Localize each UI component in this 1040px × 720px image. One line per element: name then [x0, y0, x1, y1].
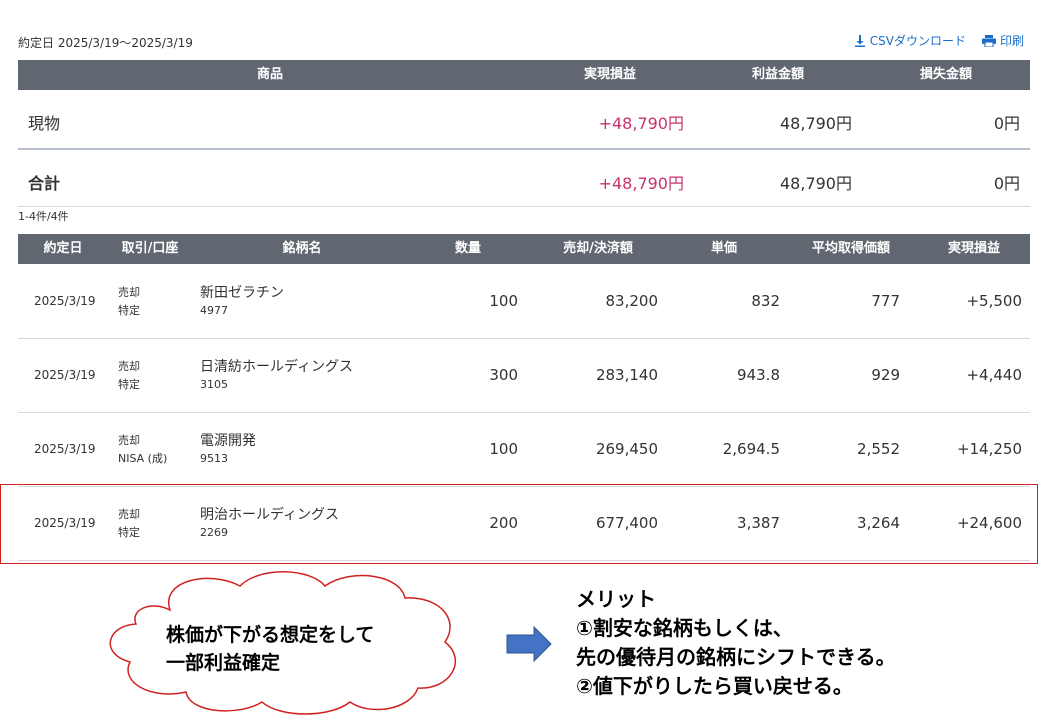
row-pl: +14,250 [956, 440, 1022, 458]
summary-total-profit: 48,790円 [780, 174, 852, 193]
row-amount: 269,450 [595, 440, 658, 458]
table-row[interactable]: 2025/3/19 売却 特定 新田ゼラチン 4977 100 83,200 83… [18, 264, 1030, 339]
summary-total-label: 合計 [28, 174, 61, 193]
merit-line3: ②値下がりしたら買い戻せる。 [576, 674, 853, 698]
col-loss: 損失金額 [919, 67, 972, 82]
row-trade: 売却 特定 [118, 360, 140, 391]
cloud-text-line1: 株価が下がる想定をして [166, 624, 375, 646]
row-stock-name[interactable]: 新田ゼラチン [200, 282, 284, 302]
row-stock-code: 3105 [200, 378, 228, 391]
merit-line2: 先の優待月の銘柄にシフトできる。 [576, 645, 896, 669]
summary-header: 商品 実現損益 利益金額 損失金額 [18, 60, 1030, 90]
row-pl: +5,500 [966, 292, 1022, 310]
table-row[interactable]: 2025/3/19 売却 特定 日清紡ホールディングス 3105 300 283,… [18, 338, 1030, 413]
col-name: 銘柄名 [282, 241, 322, 256]
summary-total-loss: 0円 [993, 174, 1020, 193]
row-qty: 300 [489, 366, 518, 384]
col-profit: 利益金額 [751, 67, 804, 82]
row-avg: 777 [871, 292, 900, 310]
row-trade: 売却 NISA (成) [118, 434, 168, 465]
col-trade: 取引/口座 [121, 241, 179, 256]
summary-profit: 48,790円 [780, 114, 852, 133]
summary-row: 現物 +48,790円 48,790円 0円 [18, 90, 1030, 150]
actions-bar: CSVダウンロード 印刷 [854, 32, 1024, 49]
col-realized: 実現損益 [583, 67, 636, 82]
row-trade: 売却 特定 [118, 286, 140, 317]
row-stock-code: 4977 [200, 304, 228, 317]
result-count: 1-4件/4件 [18, 210, 69, 223]
row-avg: 929 [871, 366, 900, 384]
printer-icon [981, 34, 996, 47]
csv-download-label: CSVダウンロード [869, 34, 966, 48]
right-arrow-icon [506, 626, 552, 662]
row-avg: 2,552 [857, 440, 900, 458]
row-stock-code: 9513 [200, 452, 228, 465]
col-product: 商品 [256, 67, 283, 82]
col-avg: 平均取得価額 [811, 241, 890, 256]
row-price: 943.8 [737, 366, 780, 384]
summary-total-row: 合計 +48,790円 48,790円 0円 [18, 150, 1030, 207]
col-qty: 数量 [454, 241, 481, 256]
summary-realized: +48,790円 [598, 114, 684, 133]
row-qty: 100 [489, 440, 518, 458]
col-amount: 売却/決済額 [563, 241, 633, 256]
merit-title: メリット [576, 587, 656, 611]
highlight-box [0, 484, 1038, 564]
row-pl: +4,440 [966, 366, 1022, 384]
csv-download-button[interactable]: CSVダウンロード [854, 32, 966, 49]
row-amount: 83,200 [605, 292, 659, 310]
table-row[interactable]: 2025/3/19 売却 NISA (成) 電源開発 9513 100 269,4… [18, 412, 1030, 487]
row-stock-name[interactable]: 電源開発 [200, 430, 256, 450]
row-date: 2025/3/19 [34, 442, 96, 456]
row-qty: 100 [489, 292, 518, 310]
summary-table: 商品 実現損益 利益金額 損失金額 現物 +48,790円 48,790円 0円… [18, 60, 1030, 208]
row-price: 2,694.5 [722, 440, 780, 458]
col-price: 単価 [710, 241, 737, 256]
print-button[interactable]: 印刷 [981, 32, 1024, 49]
row-price: 832 [751, 292, 780, 310]
period-label: 約定日 2025/3/19〜2025/3/19 [18, 36, 193, 50]
detail-header: 約定日 取引/口座 銘柄名 数量 売却/決済額 単価 平均取得価額 実現損益 [18, 234, 1030, 264]
row-date: 2025/3/19 [34, 294, 96, 308]
print-label: 印刷 [999, 34, 1024, 48]
col-pl: 実現損益 [947, 241, 1000, 256]
summary-product: 現物 [28, 114, 61, 133]
summary-total-realized: +48,790円 [598, 174, 684, 193]
row-date: 2025/3/19 [34, 368, 96, 382]
download-icon [854, 34, 866, 47]
row-amount: 283,140 [595, 366, 658, 384]
row-stock-name[interactable]: 日清紡ホールディングス [200, 356, 353, 376]
col-date: 約定日 [43, 241, 83, 256]
cloud-text-line2: 一部利益確定 [166, 652, 281, 674]
summary-loss: 0円 [993, 114, 1020, 133]
merit-line1: ①割安な銘柄もしくは、 [576, 616, 793, 640]
